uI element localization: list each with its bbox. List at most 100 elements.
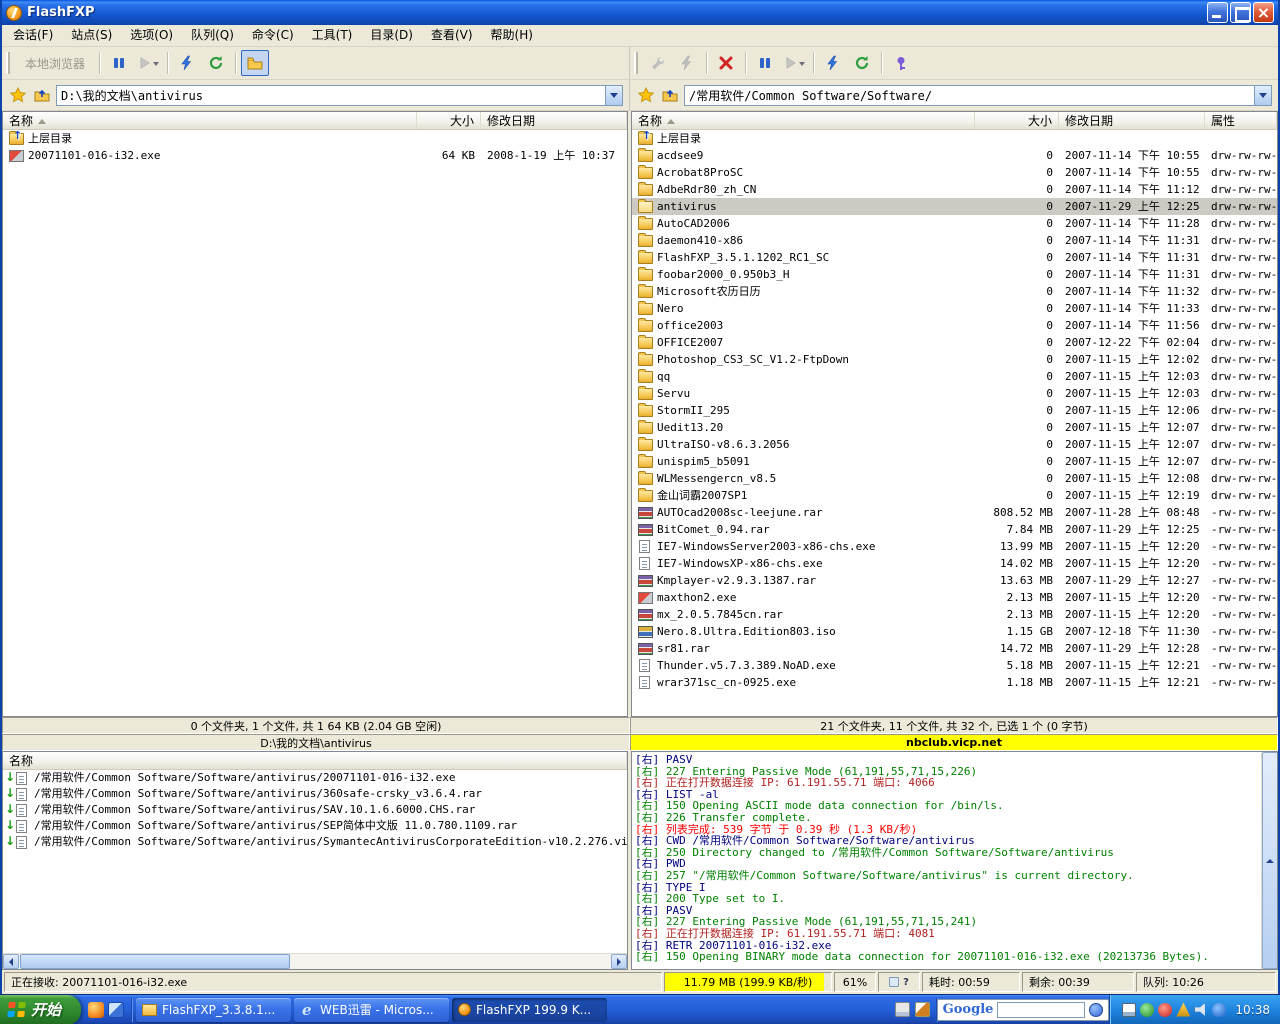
- refresh-button[interactable]: [848, 50, 876, 76]
- task-button[interactable]: FlashFXP_3.3.8.1...: [136, 998, 291, 1022]
- column-header-size[interactable]: 大小: [975, 112, 1059, 129]
- start-button[interactable]: 开始: [0, 995, 81, 1024]
- scroll-left-button[interactable]: [3, 954, 19, 969]
- local-browser-button[interactable]: 本地浏览器: [16, 50, 94, 77]
- column-header-name[interactable]: 名称: [3, 112, 417, 129]
- file-row[interactable]: 金山词霸2007SP1 0 2007-11-15 上午 12:19 drw-rw…: [632, 487, 1277, 504]
- file-row[interactable]: IE7-WindowsServer2003-x86-chs.exe 13.99 …: [632, 538, 1277, 555]
- start-transfer-button[interactable]: [134, 50, 162, 76]
- abort-button[interactable]: [712, 50, 740, 76]
- column-header-date[interactable]: 修改日期: [1059, 112, 1205, 129]
- quick-transfer-button[interactable]: [819, 50, 847, 76]
- google-search-input[interactable]: [997, 1002, 1085, 1018]
- google-search-button[interactable]: [1089, 1003, 1103, 1017]
- refresh-button[interactable]: [202, 50, 230, 76]
- task-button[interactable]: WEB迅雷 - Micros...: [294, 998, 449, 1022]
- folder-view-button[interactable]: [241, 50, 269, 76]
- file-row[interactable]: Nero.8.Ultra.Edition803.iso 1.15 GB 2007…: [632, 623, 1277, 640]
- file-row[interactable]: sr81.rar 14.72 MB 2007-11-29 上午 12:28 -r…: [632, 640, 1277, 657]
- file-row[interactable]: AutoCAD2006 0 2007-11-14 下午 11:28 drw-rw…: [632, 215, 1277, 232]
- file-row[interactable]: StormII_295 0 2007-11-15 上午 12:06 drw-rw…: [632, 402, 1277, 419]
- close-button[interactable]: [1253, 2, 1274, 23]
- scroll-right-button[interactable]: [611, 954, 627, 969]
- column-header-attr[interactable]: 属性: [1205, 112, 1277, 129]
- pause-queue-button[interactable]: [751, 50, 779, 76]
- file-row[interactable]: foobar2000_0.950b3_H 0 2007-11-14 下午 11:…: [632, 266, 1277, 283]
- file-row[interactable]: office2003 0 2007-11-14 下午 11:56 drw-rw-…: [632, 317, 1277, 334]
- up-directory-button[interactable]: [32, 85, 52, 105]
- reconnect-button[interactable]: [673, 50, 701, 76]
- quick-transfer-button[interactable]: [173, 50, 201, 76]
- file-row[interactable]: Servu 0 2007-11-15 上午 12:03 drw-rw-rw-: [632, 385, 1277, 402]
- tray-alert-icon[interactable]: [1176, 1003, 1190, 1017]
- file-row[interactable]: mx_2.0.5.7845cn.rar 2.13 MB 2007-11-15 上…: [632, 606, 1277, 623]
- remote-path-dropdown-button[interactable]: [1254, 86, 1271, 105]
- connect-wizard-button[interactable]: [644, 50, 672, 76]
- file-row[interactable]: Microsoft农历日历 0 2007-11-14 下午 11:32 drw-…: [632, 283, 1277, 300]
- file-row[interactable]: 上层目录: [632, 130, 1277, 147]
- menu-item[interactable]: 工具(T): [303, 25, 362, 46]
- tray-input-method-icon[interactable]: [1122, 1003, 1136, 1017]
- menu-item[interactable]: 目录(D): [361, 25, 422, 46]
- file-row[interactable]: Kmplayer-v2.9.3.1387.rar 13.63 MB 2007-1…: [632, 572, 1277, 589]
- file-row[interactable]: maxthon2.exe 2.13 MB 2007-11-15 上午 12:20…: [632, 589, 1277, 606]
- column-header-name[interactable]: 名称: [632, 112, 975, 129]
- quicklaunch-show-desktop-icon[interactable]: [108, 1002, 124, 1018]
- menu-item[interactable]: 查看(V): [422, 25, 482, 46]
- menu-item[interactable]: 命令(C): [243, 25, 303, 46]
- start-transfer-button[interactable]: [780, 50, 808, 76]
- file-row[interactable]: Photoshop_CS3_SC_V1.2-FtpDown 0 2007-11-…: [632, 351, 1277, 368]
- remote-path-input[interactable]: [685, 86, 1254, 105]
- menu-item[interactable]: 帮助(H): [482, 25, 542, 46]
- file-row[interactable]: UltraISO-v8.6.3.2056 0 2007-11-15 上午 12:…: [632, 436, 1277, 453]
- scroll-up-button[interactable]: [1262, 752, 1278, 969]
- up-directory-button[interactable]: [660, 85, 680, 105]
- site-commands-button[interactable]: [887, 50, 915, 76]
- menu-item[interactable]: 队列(Q): [182, 25, 243, 46]
- file-row[interactable]: daemon410-x86 0 2007-11-14 下午 11:31 drw-…: [632, 232, 1277, 249]
- file-row[interactable]: FlashFXP_3.5.1.1202_RC1_SC 0 2007-11-14 …: [632, 249, 1277, 266]
- queue-item[interactable]: /常用软件/Common Software/Software/antivirus…: [3, 786, 627, 802]
- tray-volume-icon[interactable]: [1194, 1003, 1208, 1017]
- menu-item[interactable]: 选项(O): [121, 25, 182, 46]
- file-row[interactable]: acdsee9 0 2007-11-14 下午 10:55 drw-rw-rw-: [632, 147, 1277, 164]
- file-row[interactable]: AUTOcad2008sc-leejune.rar 808.52 MB 2007…: [632, 504, 1277, 521]
- tray-safety-icon[interactable]: [1140, 1003, 1154, 1017]
- tray-network-icon[interactable]: [1212, 1003, 1226, 1017]
- pen-icon[interactable]: [915, 1002, 930, 1017]
- column-header-name[interactable]: 名称: [3, 752, 627, 769]
- file-row[interactable]: AdbeRdr80_zh_CN 0 2007-11-14 下午 11:12 dr…: [632, 181, 1277, 198]
- scrollbar-thumb[interactable]: [20, 954, 290, 969]
- quicklaunch-flashfxp-icon[interactable]: [88, 1002, 104, 1018]
- task-button[interactable]: FlashFXP 199.9 K...: [452, 998, 607, 1022]
- keyboard-icon[interactable]: [895, 1002, 910, 1017]
- file-row[interactable]: antivirus 0 2007-11-29 上午 12:25 drw-rw-r…: [632, 198, 1277, 215]
- file-row[interactable]: Nero 0 2007-11-14 下午 11:33 drw-rw-rw-: [632, 300, 1277, 317]
- favorites-star-icon[interactable]: [8, 85, 28, 105]
- local-path-dropdown-button[interactable]: [605, 86, 622, 105]
- taskbar-clock[interactable]: 10:38: [1235, 1003, 1270, 1017]
- pause-queue-button[interactable]: [105, 50, 133, 76]
- file-row[interactable]: unispim5_b5091 0 2007-11-15 上午 12:07 drw…: [632, 453, 1277, 470]
- file-row[interactable]: qq 0 2007-11-15 上午 12:03 drw-rw-rw-: [632, 368, 1277, 385]
- toolbar-grip[interactable]: [6, 52, 10, 74]
- column-header-date[interactable]: 修改日期: [481, 112, 627, 129]
- file-row[interactable]: BitComet_0.94.rar 7.84 MB 2007-11-29 上午 …: [632, 521, 1277, 538]
- file-row[interactable]: 上层目录: [3, 130, 627, 147]
- menu-item[interactable]: 会话(F): [4, 25, 62, 46]
- queue-item[interactable]: /常用软件/Common Software/Software/antivirus…: [3, 770, 627, 786]
- favorites-star-icon[interactable]: [636, 85, 656, 105]
- minimize-button[interactable]: [1207, 2, 1228, 23]
- tray-antivirus-icon[interactable]: [1158, 1003, 1172, 1017]
- column-header-size[interactable]: 大小: [417, 112, 481, 129]
- maximize-button[interactable]: [1230, 2, 1251, 23]
- file-row[interactable]: Uedit13.20 0 2007-11-15 上午 12:07 drw-rw-…: [632, 419, 1277, 436]
- file-row[interactable]: Acrobat8ProSC 0 2007-11-14 下午 10:55 drw-…: [632, 164, 1277, 181]
- toolbar-grip[interactable]: [634, 52, 638, 74]
- local-path-input[interactable]: [57, 86, 605, 105]
- menu-item[interactable]: 站点(S): [62, 25, 121, 46]
- queue-item[interactable]: /常用软件/Common Software/Software/antivirus…: [3, 802, 627, 818]
- file-row[interactable]: WLMessengercn_v8.5 0 2007-11-15 上午 12:08…: [632, 470, 1277, 487]
- queue-item[interactable]: /常用软件/Common Software/Software/antivirus…: [3, 834, 627, 850]
- titlebar[interactable]: FlashFXP: [2, 0, 1278, 25]
